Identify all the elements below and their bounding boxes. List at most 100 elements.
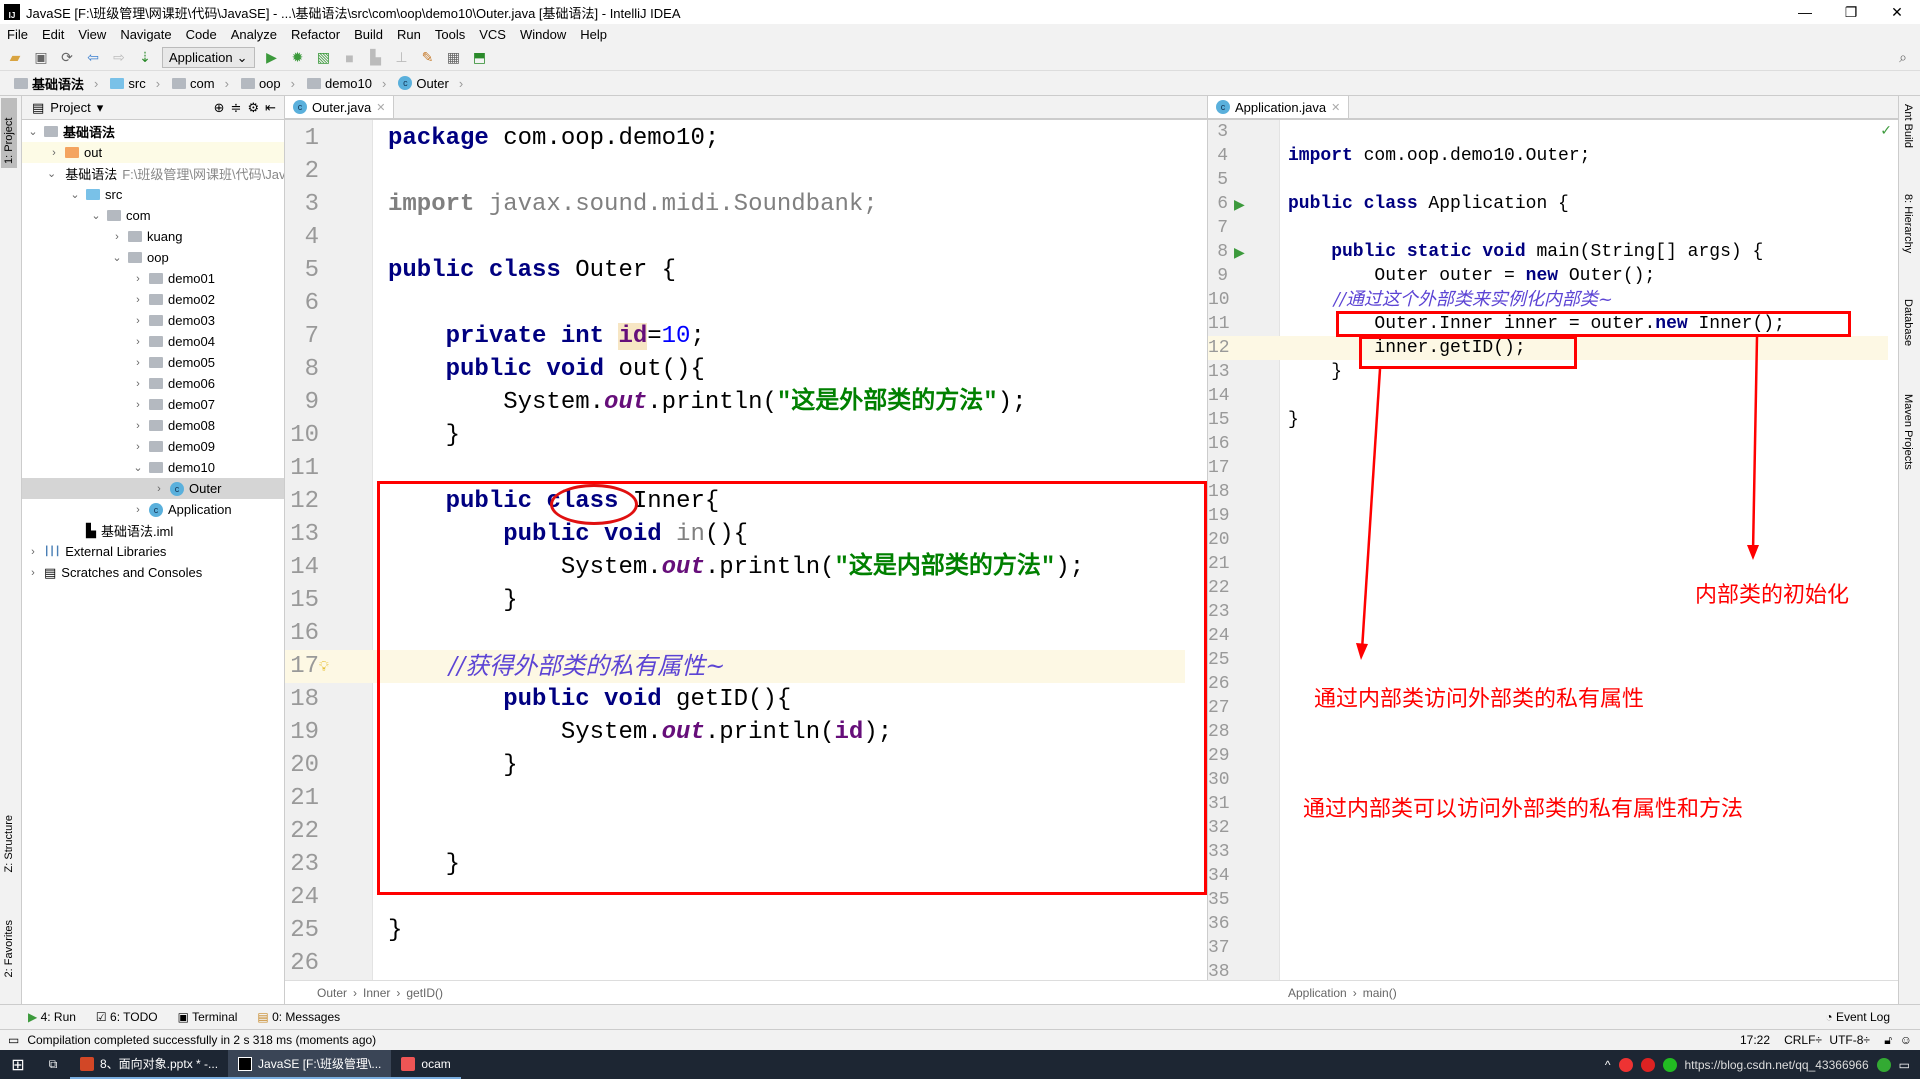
- tree-item[interactable]: › demo06: [22, 373, 284, 394]
- tab-outer-java[interactable]: c Outer.java ✕: [285, 96, 395, 118]
- run-config-select[interactable]: Application ⌄: [162, 47, 255, 68]
- tree-item[interactable]: ⌄ oop: [22, 247, 284, 268]
- tree-item[interactable]: › demo07: [22, 394, 284, 415]
- chevron-right-icon[interactable]: ›: [131, 294, 145, 306]
- status-icon[interactable]: ▭: [8, 1033, 19, 1047]
- run-tool-tab[interactable]: ▶ 4: Run: [28, 1010, 76, 1024]
- close-tab-icon[interactable]: ✕: [1331, 101, 1340, 114]
- event-log-tab[interactable]: ◔ Event Log: [1825, 1010, 1890, 1024]
- open-icon[interactable]: ▰: [6, 49, 24, 67]
- menu-help[interactable]: Help: [573, 27, 614, 42]
- menu-code[interactable]: Code: [179, 27, 224, 42]
- update-icon[interactable]: ▙: [367, 49, 385, 67]
- back-icon[interactable]: ⇦: [84, 49, 102, 67]
- wechat-icon[interactable]: [1662, 1057, 1677, 1072]
- maximize-button[interactable]: ❐: [1828, 0, 1874, 24]
- breadcrumb-3[interactable]: oop: [235, 76, 301, 91]
- chevron-right-icon[interactable]: ›: [131, 357, 145, 369]
- chevron-right-icon[interactable]: ›: [47, 147, 61, 159]
- collapse-icon[interactable]: ≑: [231, 100, 242, 116]
- tree-item[interactable]: ▙ 基础语法.iml: [22, 520, 284, 541]
- run-icon[interactable]: ▶: [263, 49, 281, 67]
- coverage-icon[interactable]: ▧: [315, 49, 333, 67]
- gear-icon[interactable]: ⚙: [247, 100, 259, 116]
- tab-application-java[interactable]: c Application.java ✕: [1208, 96, 1350, 118]
- tree-item[interactable]: ⌄ 基础语法: [22, 121, 284, 142]
- tree-item[interactable]: › ▤ Scratches and Consoles: [22, 562, 284, 583]
- breadcrumb-1[interactable]: src: [104, 76, 166, 91]
- chevron-down-icon[interactable]: ▾: [97, 100, 104, 116]
- chevron-right-icon[interactable]: ›: [26, 546, 40, 558]
- chevron-down-icon[interactable]: ⌄: [47, 167, 56, 180]
- chevron-down-icon[interactable]: ⌄: [131, 461, 145, 474]
- tree-item[interactable]: › c Application: [22, 499, 284, 520]
- notification-icon[interactable]: ▭: [1899, 1058, 1910, 1072]
- chevron-down-icon[interactable]: ⌄: [68, 188, 82, 201]
- chevron-up-icon[interactable]: ^: [1605, 1058, 1611, 1072]
- chevron-right-icon[interactable]: ›: [131, 378, 145, 390]
- chevron-right-icon[interactable]: ›: [110, 231, 124, 243]
- chevron-down-icon[interactable]: ⌄: [110, 251, 124, 264]
- menu-build[interactable]: Build: [347, 27, 390, 42]
- tree-item[interactable]: ⌄ src: [22, 184, 284, 205]
- chevron-right-icon[interactable]: ›: [26, 567, 40, 579]
- inspector-icon[interactable]: ☺: [1900, 1033, 1912, 1047]
- task-view-icon[interactable]: ⧉: [36, 1057, 70, 1072]
- hide-icon[interactable]: ⇤: [265, 100, 276, 116]
- tree-item[interactable]: › demo03: [22, 310, 284, 331]
- menu-file[interactable]: File: [0, 27, 35, 42]
- tree-item[interactable]: › demo05: [22, 352, 284, 373]
- sdk-icon[interactable]: ⬒: [471, 49, 489, 67]
- menu-view[interactable]: View: [71, 27, 113, 42]
- tree-item[interactable]: › demo01: [22, 268, 284, 289]
- tree-item[interactable]: › out: [22, 142, 284, 163]
- sync-icon[interactable]: ⟳: [58, 49, 76, 67]
- menu-edit[interactable]: Edit: [35, 27, 71, 42]
- project-tool-tab[interactable]: 1: Project: [1, 98, 17, 168]
- breadcrumb-item[interactable]: Outer: [317, 986, 347, 1000]
- menu-tools[interactable]: Tools: [428, 27, 472, 42]
- structure-tool-tab[interactable]: Z: Structure: [1, 811, 17, 876]
- messages-tool-tab[interactable]: ▤ 0: Messages: [257, 1010, 340, 1024]
- encoding[interactable]: UTF-8÷: [1829, 1033, 1870, 1047]
- menu-run[interactable]: Run: [390, 27, 428, 42]
- tree-item[interactable]: ⌄ demo10: [22, 457, 284, 478]
- taskbar-item-powerpoint[interactable]: 8、面向对象.pptx * -...: [70, 1050, 229, 1079]
- tray-app-icon[interactable]: [1618, 1057, 1633, 1072]
- chevron-right-icon[interactable]: ›: [131, 441, 145, 453]
- windows-start-icon[interactable]: ⊞: [0, 1055, 36, 1075]
- taskbar-item-ocam[interactable]: ocam: [391, 1050, 461, 1079]
- vcs-icon[interactable]: ⊥: [393, 49, 411, 67]
- minimize-button[interactable]: —: [1782, 0, 1828, 24]
- tree-item[interactable]: › demo08: [22, 415, 284, 436]
- locate-icon[interactable]: ⊕: [214, 100, 225, 116]
- stop-icon[interactable]: ■: [341, 49, 359, 67]
- breadcrumb-5[interactable]: c Outer: [392, 76, 469, 91]
- breadcrumb-2[interactable]: com: [166, 76, 235, 91]
- menu-refactor[interactable]: Refactor: [284, 27, 347, 42]
- chevron-right-icon[interactable]: ›: [152, 483, 166, 495]
- tree-item[interactable]: › demo09: [22, 436, 284, 457]
- lock-icon[interactable]: 🔓︎: [1884, 1033, 1892, 1048]
- tree-item[interactable]: › c Outer: [22, 478, 284, 499]
- tray-app-icon[interactable]: [1876, 1057, 1891, 1072]
- breadcrumb-item[interactable]: getID(): [406, 986, 443, 1000]
- tree-item[interactable]: › demo02: [22, 289, 284, 310]
- chevron-right-icon[interactable]: ›: [131, 273, 145, 285]
- run-gutter-icon[interactable]: ▶: [1234, 240, 1245, 264]
- breadcrumb-4[interactable]: demo10: [301, 76, 392, 91]
- chevron-down-icon[interactable]: ⌄: [89, 209, 103, 222]
- run-gutter-icon[interactable]: ▶: [1234, 192, 1245, 216]
- tray-app-icon[interactable]: [1640, 1057, 1655, 1072]
- chevron-right-icon[interactable]: ›: [131, 420, 145, 432]
- breadcrumb-item[interactable]: Inner: [363, 986, 390, 1000]
- tree-item[interactable]: › kuang: [22, 226, 284, 247]
- right-tool-tab-1[interactable]: 8: Hierarchy: [1902, 194, 1914, 253]
- settings-wrench-icon[interactable]: ✎: [419, 49, 437, 67]
- close-tab-icon[interactable]: ✕: [376, 101, 385, 114]
- project-structure-icon[interactable]: ▦: [445, 49, 463, 67]
- tree-item[interactable]: ⌄ com: [22, 205, 284, 226]
- tree-item[interactable]: › demo04: [22, 331, 284, 352]
- breadcrumb-item[interactable]: main(): [1363, 986, 1397, 1000]
- right-tool-tab-3[interactable]: Maven Projects: [1902, 394, 1914, 470]
